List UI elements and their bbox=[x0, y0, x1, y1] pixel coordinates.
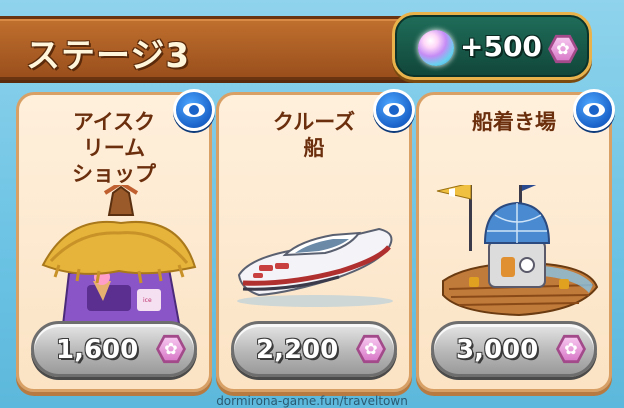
svg-text:ice: ice bbox=[143, 297, 152, 304]
buy-button[interactable]: 3,000 ✿ bbox=[431, 321, 597, 377]
buy-button[interactable]: 1,600 ✿ bbox=[31, 321, 197, 377]
card-dock[interactable]: 船着き場 3,000 ✿ bbox=[416, 89, 615, 392]
stage-title: ステージ3 bbox=[26, 36, 190, 76]
reward-amount: +500 bbox=[460, 30, 542, 63]
card-cruise-boat[interactable]: クルーズ 船 2,200 ✿ bbox=[216, 89, 415, 392]
card-ice-cream-shop[interactable]: アイスク リーム ショップ ice 1,600 ✿ bbox=[16, 89, 215, 392]
eye-icon[interactable] bbox=[373, 89, 415, 131]
watermark: dormirona-game.fun/traveltown bbox=[216, 394, 408, 408]
price-label: 1,600 bbox=[56, 335, 139, 365]
buy-button[interactable]: 2,200 ✿ bbox=[231, 321, 397, 377]
card-title: 船着き場 bbox=[472, 110, 556, 134]
eye-icon[interactable] bbox=[573, 89, 615, 131]
card-title: クルーズ 船 bbox=[272, 110, 356, 160]
flower-gem-icon: ✿ bbox=[156, 334, 186, 364]
flower-gem-icon: ✿ bbox=[356, 334, 386, 364]
flower-gem-icon: ✿ bbox=[556, 334, 586, 364]
card-title: アイスク リーム ショップ bbox=[72, 110, 156, 186]
rainbow-orb-icon bbox=[418, 30, 454, 66]
price-label: 3,000 bbox=[456, 335, 539, 365]
eye-icon[interactable] bbox=[173, 89, 215, 131]
price-label: 2,200 bbox=[256, 335, 339, 365]
